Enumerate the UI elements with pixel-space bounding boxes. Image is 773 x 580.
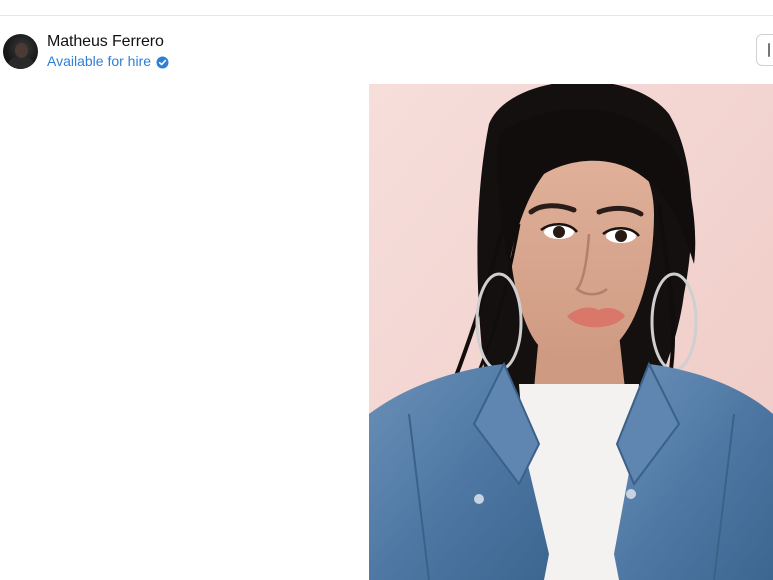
available-for-hire-link[interactable]: Available for hire bbox=[47, 52, 169, 70]
bookmark-button[interactable] bbox=[756, 34, 773, 66]
main-photo[interactable] bbox=[369, 84, 773, 580]
bookmark-icon bbox=[768, 43, 770, 57]
photo-page: Matheus Ferrero Available for hire bbox=[0, 0, 773, 580]
author-block: Matheus Ferrero Available for hire bbox=[3, 32, 169, 70]
verified-badge-icon bbox=[156, 55, 169, 68]
author-name[interactable]: Matheus Ferrero bbox=[47, 32, 169, 52]
avatar-face-shape bbox=[15, 42, 28, 58]
author-text: Matheus Ferrero Available for hire bbox=[47, 32, 169, 70]
header-divider bbox=[0, 15, 773, 16]
available-for-hire-label: Available for hire bbox=[47, 53, 152, 69]
photo-illustration bbox=[369, 84, 773, 580]
author-avatar[interactable] bbox=[3, 33, 38, 69]
